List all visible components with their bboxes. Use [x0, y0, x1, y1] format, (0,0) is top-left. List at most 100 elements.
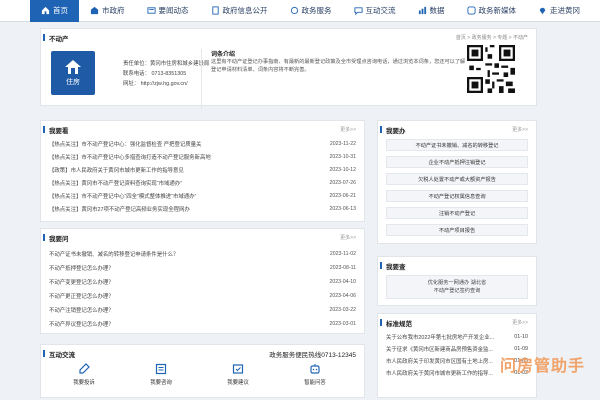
handle-title: 我要办: [380, 125, 406, 135]
news-item-date: 2023-11-22: [329, 140, 356, 147]
news-item-text: 【热点关注】黄冈市27项不动产登记高频业务实现全程网办: [49, 206, 190, 213]
contact-phone: 联系电话： 0713-8351305: [123, 71, 187, 77]
handle-item[interactable]: 欠税人处置不动产或大额资产报告: [386, 173, 528, 185]
complaint-button[interactable]: 我要投诉: [59, 363, 109, 386]
news-item-date: 2023-10-12: [329, 166, 356, 173]
faq-item-date: 2023-11-02: [329, 250, 356, 257]
suggest-button[interactable]: 我要建议: [213, 363, 263, 386]
document-icon: [211, 6, 219, 15]
consult-icon: [155, 363, 167, 375]
home-icon: [41, 6, 50, 15]
faq-item[interactable]: 不动产变更登记怎么办理？ 2023-04-10: [49, 276, 356, 287]
news-item[interactable]: 【热点关注】市不动产登记中心“四全”模式整体推进“市域通办” 2023-06-21: [49, 190, 356, 201]
news-item[interactable]: 【热点关注】市不动产登记中心：强化监督检查 严把登记质量关 2023-11-22: [49, 138, 356, 149]
faq-item[interactable]: 不动产更正登记怎么办理？ 2023-04-06: [49, 290, 356, 301]
standard-item-text: 市人民政府关于黄冈市城市更新工作的指导...: [386, 371, 493, 377]
intro-text: 这里有不动产证登记办事指南、有最新的最新登记政策及全市受理点咨询电话，通过浏览本…: [211, 59, 466, 73]
nav-label: 政务服务: [301, 6, 332, 15]
standard-item[interactable]: 关于公布我市2022年第七批房地产开发企业... 01-10: [386, 332, 528, 342]
topic-logo: 住房: [51, 51, 95, 95]
query-panel: 我要查 优化服务一网通办 湖北省 不动产登记签约查询: [377, 256, 537, 306]
data-icon: [418, 6, 426, 15]
property-query-link[interactable]: 优化服务一网通办 湖北省 不动产登记签约查询: [386, 275, 528, 299]
faq-item-date: 2023-08-11: [329, 264, 356, 271]
nav-label: 市政府: [102, 6, 125, 15]
handle-item[interactable]: 不动产登记权属信息查询: [386, 190, 528, 202]
building-icon: [90, 6, 99, 15]
nav-label: 数据: [429, 6, 445, 15]
faq-item[interactable]: 不动产异议登记怎么办理？ 2023-03-01: [49, 318, 356, 329]
news-icon: [146, 7, 156, 14]
news-item[interactable]: 【热点关注】市不动产登记中心多措查询打造不动产登记服务新高地 2023-10-31: [49, 151, 356, 162]
news-item[interactable]: 【热点关注】黄冈市27项不动产登记高频业务实现全程网办 2023-06-13: [49, 203, 356, 214]
complaint-icon: [79, 363, 90, 374]
nav-item-gov-service[interactable]: 政务服务: [279, 0, 343, 22]
news-item-date: 2023-10-31: [329, 153, 356, 160]
handle-item[interactable]: 不动产项目报告: [386, 224, 528, 236]
nav-label: 政府信息公开: [222, 6, 268, 15]
faq-item[interactable]: 不动产抵押登记怎么办理？ 2023-08-11: [49, 262, 356, 273]
news-more-link[interactable]: 更多>>: [340, 126, 356, 133]
news-item[interactable]: 【政策】市人民政府关于黄冈市城市更新工作的指导意见 2023-10-12: [49, 164, 356, 175]
nav-item-about-huanggang[interactable]: 走进黄冈: [527, 0, 591, 22]
service-hotline: 政务服务便民热线0713-12345: [269, 352, 356, 359]
standards-title: 标准规范: [380, 318, 412, 328]
news-item-text: 【热点关注】市不动产登记中心：强化监督检查 严把登记质量关: [49, 141, 202, 148]
qr-code-icon: [467, 45, 515, 93]
interaction-title: 互动交流: [43, 349, 75, 359]
faq-item-text: 不动产抵押登记怎么办理？: [49, 265, 114, 272]
smart-qa-button[interactable]: 智能问答: [290, 363, 340, 386]
query-title: 我要查: [380, 261, 406, 271]
interaction-panel: 互动交流 政务服务便民热线0713-12345 我要投诉 我要咨询 我要建议 智…: [40, 344, 365, 398]
faq-item-date: 2023-03-22: [329, 306, 356, 313]
smart-qa-label: 智能问答: [304, 380, 326, 386]
handle-item[interactable]: 企业不动产抵押注销登记: [386, 156, 528, 168]
standard-item-text: 关于公布我市2022年第七批房地产开发企业...: [386, 335, 495, 341]
breadcrumb: 首页 > 政务服务 > 专题 > 不动产: [455, 35, 528, 41]
nav-item-interaction[interactable]: 互动交流: [343, 0, 407, 22]
faq-item-text: 不动产注销登记怎么办理？: [49, 307, 114, 314]
nav-label: 互动交流: [365, 6, 396, 15]
faq-item-date: 2023-04-06: [329, 292, 356, 299]
standard-item-date: 01-10: [514, 334, 528, 340]
faq-item-text: 不动产更正登记怎么办理？: [49, 293, 114, 300]
nav-label: 政务新媒体: [478, 6, 517, 15]
consult-label: 我要咨询: [150, 380, 172, 386]
faq-item[interactable]: 不动产证书未撤销、减名的转移登记申请条件是什么？ 2023-11-02: [49, 248, 356, 259]
chat-icon: [353, 7, 363, 15]
news-item-date: 2023-06-13: [329, 205, 356, 212]
nav-item-home[interactable]: 首页: [30, 0, 79, 22]
intro-title: 词条介绍: [211, 52, 236, 58]
faq-item[interactable]: 不动产注销登记怎么办理？ 2023-03-22: [49, 304, 356, 315]
suggest-icon: [232, 364, 244, 374]
news-item-date: 2023-07-26: [329, 179, 356, 186]
news-item[interactable]: 【热点关注】黄冈市不动产登记资料查询实现“市域通办” 2023-07-26: [49, 177, 356, 188]
consult-button[interactable]: 我要咨询: [136, 363, 186, 386]
nav-item-info-disclosure[interactable]: 政府信息公开: [200, 0, 279, 22]
ask-panel: 我要问 更多>> 不动产证书未撤销、减名的转移登记申请条件是什么？ 2023-11…: [40, 228, 365, 334]
media-icon: [466, 6, 476, 15]
ask-title: 我要问: [43, 233, 69, 243]
handle-panel: 我要办 更多>> 不动产证书未撤销、减名的转移登记 企业不动产抵押注销登记 欠税…: [377, 120, 537, 244]
handle-item[interactable]: 不动产证书未撤销、减名的转移登记: [386, 139, 528, 151]
news-title: 我要看: [43, 125, 69, 135]
handle-more-link[interactable]: 更多>>: [512, 126, 528, 133]
nav-item-new-media[interactable]: 政务新媒体: [456, 0, 528, 22]
faq-item-date: 2023-04-10: [329, 278, 356, 285]
complaint-label: 我要投诉: [73, 380, 95, 386]
website-link[interactable]: 网址： http://zjw.hg.gov.cn/: [123, 79, 188, 87]
ask-more-link[interactable]: 更多>>: [340, 234, 356, 241]
topic-logo-label: 住房: [66, 78, 80, 86]
nav-label: 走进黄冈: [550, 6, 580, 15]
nav-item-data[interactable]: 数据: [407, 0, 456, 22]
topic-title: 不动产: [43, 33, 69, 43]
standard-item-text: 关于征求《黄冈市区新建商品房预售资金监...: [386, 347, 493, 353]
topic-info-panel: 不动产 首页 > 政务服务 > 专题 > 不动产 住房 责任单位：黄冈市住房和城…: [40, 28, 537, 109]
handle-item[interactable]: 注销不动产登记: [386, 207, 528, 219]
faq-item-text: 不动产变更登记怎么办理？: [49, 279, 114, 286]
news-item-text: 【热点关注】黄冈市不动产登记资料查询实现“市域通办”: [49, 180, 182, 187]
nav-item-news[interactable]: 要闻动态: [136, 0, 200, 22]
standards-more-link[interactable]: 更多>>: [512, 319, 528, 326]
nav-item-city-government[interactable]: 市政府: [79, 0, 136, 22]
news-item-text: 【政策】市人民政府关于黄冈市城市更新工作的指导意见: [49, 167, 184, 174]
